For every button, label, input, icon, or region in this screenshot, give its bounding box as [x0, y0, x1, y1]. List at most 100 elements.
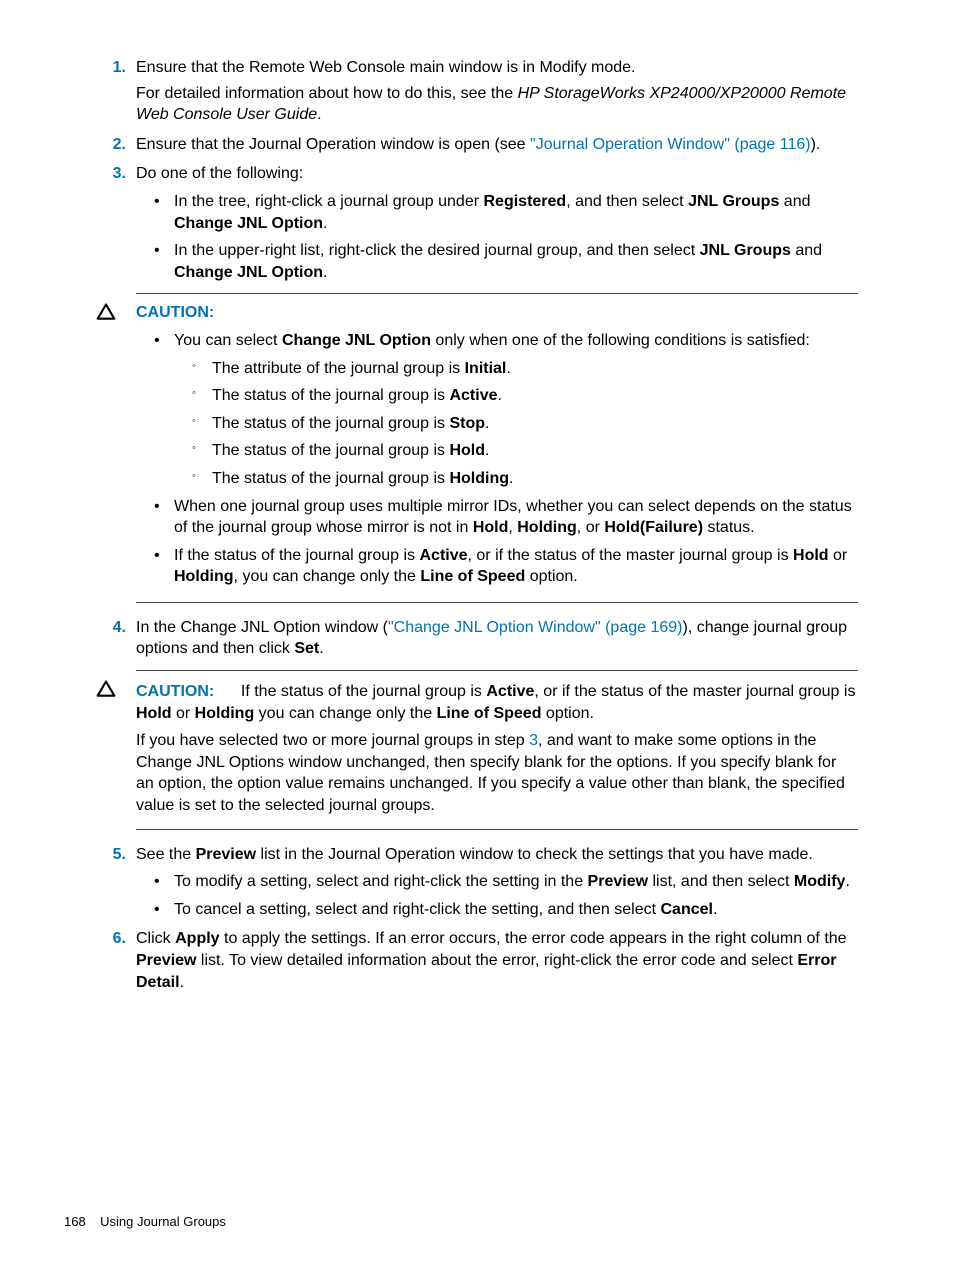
text: .: [498, 387, 502, 404]
procedure-list: 5. See the Preview list in the Journal O…: [96, 844, 858, 994]
bullet-list: To modify a setting, select and right-cl…: [136, 871, 858, 920]
text: .: [323, 264, 327, 281]
text: The status of the journal group is: [212, 415, 449, 432]
bold-text: Holding: [195, 705, 255, 722]
bold-text: Hold: [449, 442, 485, 459]
text: ,: [508, 519, 517, 536]
step-5: 5. See the Preview list in the Journal O…: [96, 844, 858, 921]
page-footer: 168 Using Journal Groups: [64, 1213, 226, 1231]
cross-reference-link[interactable]: "Change JNL Option Window" (page 169): [388, 619, 682, 636]
text: , and then select: [566, 193, 688, 210]
bold-text: Line of Speed: [437, 705, 542, 722]
bold-text: Hold: [473, 519, 509, 536]
list-item: In the upper-right list, right-click the…: [136, 240, 858, 283]
cross-reference-link[interactable]: "Journal Operation Window" (page 116): [530, 136, 811, 153]
text: or: [829, 547, 848, 564]
bold-text: Apply: [175, 930, 219, 947]
text: .: [485, 442, 489, 459]
bold-text: Hold: [136, 705, 172, 722]
bold-text: Set: [294, 640, 319, 657]
step-text: Ensure that the Journal Operation window…: [136, 134, 858, 156]
bold-text: Change JNL Option: [282, 332, 431, 349]
text: .: [180, 974, 184, 991]
step-6: 6. Click Apply to apply the settings. If…: [96, 928, 858, 993]
text: For detailed information about how to do…: [136, 85, 518, 102]
caution-triangle-icon: [96, 679, 116, 699]
step-2: 2. Ensure that the Journal Operation win…: [96, 134, 858, 156]
text: list, and then select: [648, 873, 794, 890]
bold-text: Hold(Failure): [604, 519, 703, 536]
step-text: In the Change JNL Option window ("Change…: [136, 617, 858, 660]
text: , or if the status of the master journal…: [468, 547, 794, 564]
text: , or if the status of the master journal…: [534, 683, 855, 700]
text: or: [172, 705, 195, 722]
text: If the status of the journal group is: [241, 683, 486, 700]
caution-content: CAUTION: You can select Change JNL Optio…: [136, 302, 858, 588]
list-item: The status of the journal group is Stop.: [174, 413, 858, 435]
caution-triangle-icon: [96, 302, 116, 322]
section-title: Using Journal Groups: [100, 1214, 226, 1229]
step-number: 6.: [96, 928, 126, 950]
text: , you can change only the: [234, 568, 421, 585]
text: to apply the settings. If an error occur…: [220, 930, 847, 947]
text: .: [323, 215, 327, 232]
text: , or: [577, 519, 605, 536]
bullet-list: In the tree, right-click a journal group…: [136, 191, 858, 283]
step-reference-link[interactable]: 3: [529, 732, 538, 749]
bold-text: Change JNL Option: [174, 264, 323, 281]
text: Ensure that the Journal Operation window…: [136, 136, 530, 153]
bold-text: Initial: [465, 360, 507, 377]
caution-line: CAUTION: If the status of the journal gr…: [136, 681, 858, 724]
list-item: In the tree, right-click a journal group…: [136, 191, 858, 234]
text: .: [713, 901, 717, 918]
text: In the tree, right-click a journal group…: [174, 193, 484, 210]
bold-text: JNL Groups: [688, 193, 779, 210]
list-item: When one journal group uses multiple mir…: [136, 496, 858, 539]
step-1: 1. Ensure that the Remote Web Console ma…: [96, 57, 858, 126]
text: option.: [541, 705, 593, 722]
text: .: [509, 470, 513, 487]
text: only when one of the following condition…: [431, 332, 810, 349]
bold-text: Active: [486, 683, 534, 700]
step-3: 3. Do one of the following: In the tree,…: [96, 163, 858, 283]
bold-text: Holding: [174, 568, 234, 585]
bold-text: Holding: [517, 519, 577, 536]
page-number: 168: [64, 1214, 86, 1229]
text: .: [317, 106, 321, 123]
document-page: 1. Ensure that the Remote Web Console ma…: [0, 0, 954, 1031]
text: ).: [811, 136, 821, 153]
caution-content: CAUTION: If the status of the journal gr…: [136, 681, 858, 817]
bold-text: Cancel: [661, 901, 713, 918]
list-item: You can select Change JNL Option only wh…: [136, 330, 858, 490]
caution-block: CAUTION: If the status of the journal gr…: [136, 670, 858, 830]
text: You can select: [174, 332, 282, 349]
text: In the upper-right list, right-click the…: [174, 242, 700, 259]
text: Click: [136, 930, 175, 947]
list-item: The status of the journal group is Hold.: [174, 440, 858, 462]
sub-bullet-list: The attribute of the journal group is In…: [174, 358, 858, 490]
text: The status of the journal group is: [212, 470, 449, 487]
caution-line: If you have selected two or more journal…: [136, 730, 858, 816]
text: See the: [136, 846, 196, 863]
step-4: 4. In the Change JNL Option window ("Cha…: [96, 617, 858, 660]
bold-text: Hold: [793, 547, 829, 564]
step-text: Click Apply to apply the settings. If an…: [136, 928, 858, 993]
text: To cancel a setting, select and right-cl…: [174, 901, 661, 918]
bold-text: Preview: [136, 952, 196, 969]
bold-text: Line of Speed: [420, 568, 525, 585]
caution-block: CAUTION: You can select Change JNL Optio…: [136, 293, 858, 603]
step-text: Do one of the following:: [136, 163, 858, 185]
list-item: The status of the journal group is Activ…: [174, 385, 858, 407]
step-text: See the Preview list in the Journal Oper…: [136, 844, 858, 866]
caution-label: CAUTION:: [136, 304, 214, 321]
bold-text: Preview: [196, 846, 256, 863]
text: and: [779, 193, 810, 210]
text: The status of the journal group is: [212, 442, 449, 459]
text: If you have selected two or more journal…: [136, 732, 529, 749]
text: list. To view detailed information about…: [196, 952, 797, 969]
step-text: Ensure that the Remote Web Console main …: [136, 57, 858, 79]
text: you can change only the: [254, 705, 436, 722]
list-item: The attribute of the journal group is In…: [174, 358, 858, 380]
bold-text: Holding: [449, 470, 509, 487]
bold-text: Change JNL Option: [174, 215, 323, 232]
